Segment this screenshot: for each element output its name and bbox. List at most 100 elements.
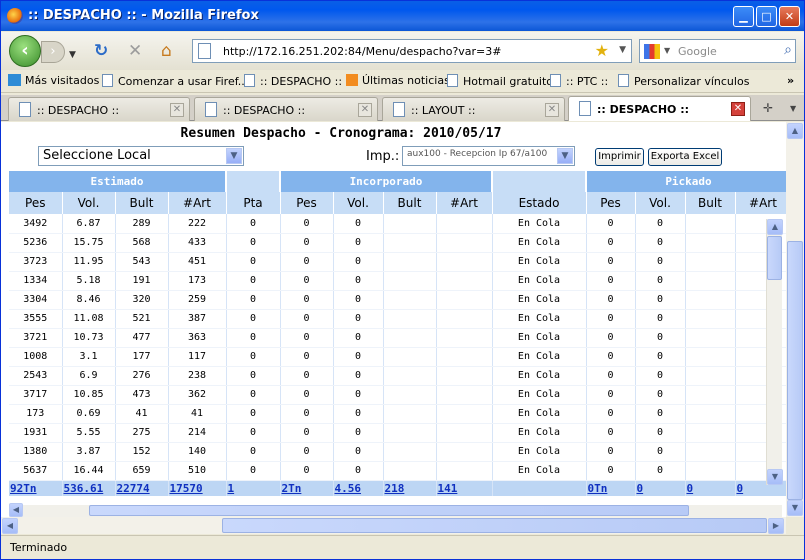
table-horizontal-scrollbar[interactable]: ◀ xyxy=(9,503,782,517)
table-cell xyxy=(383,290,437,310)
tab-despacho-active[interactable]: :: DESPACHO :: ✕ xyxy=(568,96,751,121)
forward-arrow-icon[interactable]: › xyxy=(41,41,65,63)
scroll-thumb[interactable] xyxy=(222,518,767,533)
all-tabs-dropdown-icon[interactable]: ▼ xyxy=(790,104,796,113)
table-cell: 521 xyxy=(115,309,169,329)
table-cell: 0 xyxy=(635,214,686,234)
bookmark-star-icon[interactable]: ★ xyxy=(595,41,609,60)
table-cell: 0 xyxy=(333,385,384,405)
bookmark-hotmail[interactable]: Hotmail gratuito xyxy=(447,74,553,88)
total-cell[interactable]: 141 xyxy=(436,480,493,496)
history-dropdown-icon[interactable]: ▼ xyxy=(69,45,76,65)
address-bar[interactable]: http://172.16.251.202:84/Menu/despacho?v… xyxy=(192,39,632,63)
total-cell[interactable]: 17570 xyxy=(168,480,227,496)
search-box[interactable]: ▼ Google ⌕ xyxy=(639,39,796,63)
table-cell: 1931 xyxy=(9,423,63,443)
chevron-down-icon[interactable]: ▼ xyxy=(557,148,573,164)
scroll-right-icon[interactable]: ▶ xyxy=(768,518,784,534)
scroll-up-icon[interactable]: ▲ xyxy=(767,219,783,235)
maximize-button[interactable]: □ xyxy=(756,6,777,27)
scroll-down-icon[interactable]: ▼ xyxy=(767,469,783,485)
url-text[interactable]: http://172.16.251.202:84/Menu/despacho?v… xyxy=(223,45,502,58)
table-cell xyxy=(735,423,792,443)
page-icon xyxy=(19,102,31,117)
printer-select[interactable]: aux100 - Recepcion Ip 67/a100 ▼ xyxy=(402,146,575,166)
close-tab-icon[interactable]: ✕ xyxy=(358,103,372,117)
total-cell[interactable]: 1 xyxy=(226,480,281,496)
scroll-thumb[interactable] xyxy=(767,236,782,280)
tab-despacho-1[interactable]: :: DESPACHO :: ✕ xyxy=(8,97,190,121)
minimize-button[interactable]: ▁ xyxy=(733,6,754,27)
table-vertical-scrollbar[interactable]: ▲ ▼ xyxy=(766,219,783,485)
scroll-left-icon[interactable]: ◀ xyxy=(2,518,18,534)
scroll-left-icon[interactable]: ◀ xyxy=(9,503,23,517)
bookmark-getting-started[interactable]: Comenzar a usar Firef... xyxy=(102,74,248,88)
total-cell[interactable]: 4.56 xyxy=(333,480,384,496)
bookmark-despacho[interactable]: :: DESPACHO :: xyxy=(244,74,342,88)
google-icon[interactable] xyxy=(644,44,660,59)
page-horizontal-scrollbar[interactable]: ◀ ▶ xyxy=(1,517,786,534)
bookmark-most-visited[interactable]: Más visitados xyxy=(8,74,99,87)
table-cell: 0 xyxy=(586,271,636,291)
url-dropdown-icon[interactable]: ▼ xyxy=(619,45,626,55)
tab-layout[interactable]: :: LAYOUT :: ✕ xyxy=(382,97,565,121)
search-input[interactable]: Google xyxy=(678,45,717,58)
table-cell: 510 xyxy=(168,461,227,481)
close-tab-icon[interactable]: ✕ xyxy=(170,103,184,117)
scroll-up-icon[interactable]: ▲ xyxy=(787,123,803,139)
total-cell[interactable]: 0Tn xyxy=(586,480,636,496)
back-arrow-icon[interactable]: ‹ xyxy=(9,35,41,67)
table-cell: 0 xyxy=(226,271,281,291)
stop-icon[interactable]: ✕ xyxy=(128,41,142,61)
table-cell: 0 xyxy=(635,461,686,481)
page-content: Resumen Despacho - Cronograma: 2010/05/1… xyxy=(1,122,804,517)
table-cell: 0 xyxy=(586,385,636,405)
local-select[interactable]: Seleccione Local ▼ xyxy=(38,146,244,166)
table-cell xyxy=(735,366,792,386)
total-cell[interactable]: 0 xyxy=(685,480,736,496)
scroll-thumb[interactable] xyxy=(787,241,803,500)
total-cell[interactable]: 92Tn xyxy=(9,480,63,496)
table-cell xyxy=(383,252,437,272)
new-tab-icon[interactable]: ✛ xyxy=(763,101,773,115)
scroll-thumb[interactable] xyxy=(89,505,689,516)
total-cell[interactable]: 2Tn xyxy=(280,480,334,496)
table-cell xyxy=(436,214,493,234)
table-cell: 0 xyxy=(280,233,334,253)
close-tab-icon[interactable]: ✕ xyxy=(731,102,745,116)
page-vertical-scrollbar[interactable]: ▲ ▼ xyxy=(786,122,804,517)
tab-despacho-2[interactable]: :: DESPACHO :: ✕ xyxy=(194,97,378,121)
search-magnifier-icon[interactable]: ⌕ xyxy=(784,42,792,58)
home-icon[interactable]: ⌂ xyxy=(161,41,172,61)
table-cell xyxy=(735,309,792,329)
table-cell: En Cola xyxy=(492,271,587,291)
table-cell xyxy=(383,461,437,481)
close-window-button[interactable]: ✕ xyxy=(779,6,800,27)
table-cell: 0 xyxy=(280,423,334,443)
scroll-down-icon[interactable]: ▼ xyxy=(787,500,803,516)
table-row: 1334 5.18 191 173 0 0 0 En Cola 0 0 xyxy=(9,271,792,291)
bookmarks-overflow-icon[interactable]: » xyxy=(787,74,794,87)
total-cell[interactable]: 0 xyxy=(635,480,686,496)
bookmark-customize-links[interactable]: Personalizar vínculos xyxy=(618,74,749,88)
page-icon xyxy=(550,74,561,87)
table-cell xyxy=(685,271,736,291)
chevron-down-icon[interactable]: ▼ xyxy=(226,148,242,164)
table-cell xyxy=(685,404,736,424)
table-row: 3555 11.08 521 387 0 0 0 En Cola 0 0 xyxy=(9,309,792,329)
search-engine-dropdown-icon[interactable]: ▼ xyxy=(664,46,670,55)
table-cell: 0 xyxy=(280,366,334,386)
print-button[interactable]: Imprimir xyxy=(595,148,644,166)
total-cell[interactable]: 22774 xyxy=(115,480,169,496)
bookmark-latest-news[interactable]: Últimas noticias xyxy=(346,74,450,87)
table-cell: 0 xyxy=(333,214,384,234)
total-cell[interactable]: 536.61 xyxy=(62,480,116,496)
table-cell: 0 xyxy=(280,271,334,291)
table-cell: 0 xyxy=(226,233,281,253)
reload-icon[interactable]: ↻ xyxy=(94,41,108,61)
close-tab-icon[interactable]: ✕ xyxy=(545,103,559,117)
total-cell[interactable]: 218 xyxy=(383,480,437,496)
table-row: 1931 5.55 275 214 0 0 0 En Cola 0 0 xyxy=(9,423,792,443)
bookmark-ptc[interactable]: :: PTC :: xyxy=(550,74,608,88)
export-excel-button[interactable]: Exporta Excel xyxy=(648,148,722,166)
